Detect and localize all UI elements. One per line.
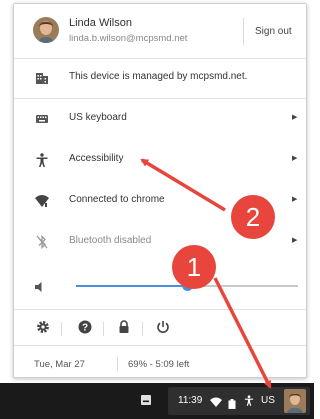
wifi-icon	[34, 193, 50, 209]
accessibility-icon	[34, 152, 50, 168]
managed-device-label: This device is managed by mcpsmd.net.	[69, 71, 248, 82]
accessibility-label: Accessibility	[69, 153, 124, 164]
user-avatar	[284, 389, 306, 413]
sign-out-button[interactable]: Sign out	[255, 26, 292, 37]
input-method-label: US	[261, 395, 275, 406]
volume-slider[interactable]	[76, 280, 298, 291]
power-icon[interactable]	[155, 319, 173, 337]
divider	[61, 322, 62, 336]
notification-icon[interactable]	[140, 393, 152, 405]
clock: 11:39	[178, 395, 203, 406]
keyboard-label: US keyboard	[69, 112, 127, 123]
managed-device-row: This device is managed by mcpsmd.net.	[14, 58, 306, 99]
date-label: Tue, Mar 27	[34, 359, 85, 370]
user-name: Linda Wilson	[69, 17, 132, 29]
network-row[interactable]: Connected to chrome ▶	[14, 181, 306, 221]
user-email: linda.b.wilson@mcpsmd.net	[69, 33, 188, 44]
chevron-right-icon: ▶	[292, 114, 298, 121]
quick-actions-bar: ?	[14, 309, 306, 346]
network-label: Connected to chrome	[69, 194, 165, 205]
volume-row	[14, 266, 306, 306]
shelf: 11:39 US	[0, 383, 314, 419]
chevron-right-icon: ▶	[292, 196, 298, 203]
system-tray-menu: Linda Wilson linda.b.wilson@mcpsmd.net S…	[13, 3, 307, 378]
volume-slider-thumb[interactable]	[182, 280, 193, 291]
keyboard-icon	[34, 111, 50, 127]
user-avatar	[33, 17, 59, 43]
chevron-right-icon: ▶	[292, 237, 298, 244]
divider	[117, 357, 118, 371]
bluetooth-disabled-icon	[34, 234, 50, 250]
divider	[142, 322, 143, 336]
divider	[103, 322, 104, 336]
help-icon[interactable]: ?	[77, 319, 95, 337]
speaker-icon[interactable]	[34, 280, 46, 298]
user-card: Linda Wilson linda.b.wilson@mcpsmd.net S…	[14, 4, 306, 59]
accessibility-icon	[243, 394, 255, 412]
volume-slider-fill	[76, 285, 187, 287]
battery-label: 69% - 5:09 left	[128, 359, 190, 370]
battery-icon	[228, 396, 236, 414]
status-tray[interactable]: 11:39 US	[168, 387, 310, 415]
wifi-icon	[210, 395, 222, 413]
keyboard-row[interactable]: US keyboard ▶	[14, 99, 306, 139]
settings-gear-icon[interactable]	[35, 319, 53, 337]
lock-icon[interactable]	[116, 319, 134, 337]
building-icon	[34, 70, 50, 86]
status-line: Tue, Mar 27 69% - 5:09 left	[14, 345, 306, 379]
accessibility-row[interactable]: Accessibility ▶	[14, 140, 306, 180]
chevron-right-icon: ▶	[292, 155, 298, 162]
bluetooth-row[interactable]: Bluetooth disabled ▶	[14, 222, 306, 262]
divider	[243, 18, 244, 45]
svg-text:?: ?	[82, 323, 88, 334]
bluetooth-label: Bluetooth disabled	[69, 235, 152, 246]
